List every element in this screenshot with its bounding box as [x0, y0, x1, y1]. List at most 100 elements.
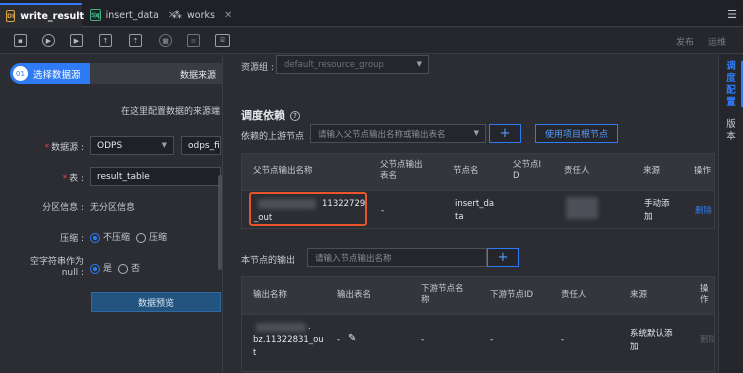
- compress-option-none[interactable]: 不压缩: [90, 230, 130, 243]
- redacted-owner: [566, 197, 598, 219]
- table-select[interactable]: result_table: [90, 167, 221, 186]
- save-icon[interactable]: ▪: [14, 34, 27, 47]
- upstream-output-table: -: [381, 206, 385, 216]
- output-name-main: bz.11322831_ou: [253, 335, 324, 345]
- format-icon[interactable]: ≡: [187, 34, 200, 47]
- column-header: 节点名: [453, 166, 479, 176]
- publish-button[interactable]: 发布: [676, 35, 694, 48]
- column-header: 操作: [694, 166, 712, 176]
- node-output-label: 本节点的输出: [241, 256, 296, 266]
- column-header: 来源: [630, 290, 648, 300]
- add-upstream-button[interactable]: +: [489, 124, 521, 143]
- column-header: 输出名称: [253, 290, 288, 300]
- column-header: 操作: [700, 284, 709, 305]
- column-header: 输出表名: [337, 290, 372, 300]
- table-label: * 表 :: [62, 174, 84, 184]
- datasource-name-select[interactable]: odps_firs: [181, 136, 221, 155]
- partition-label: 分区信息 :: [42, 203, 84, 213]
- output-name-suffix: t: [253, 348, 257, 358]
- upstream-source-suffix: 加: [644, 212, 653, 222]
- ops-button[interactable]: 运维: [708, 35, 726, 48]
- schedule-config-panel: 资源组 : default_resource_group ▼ 调度依赖? 依赖的上…: [224, 55, 718, 373]
- partition-value: 无分区信息: [90, 203, 136, 213]
- tab-version[interactable]: 版本: [725, 119, 737, 143]
- upstream-label: 依赖的上游节点: [241, 132, 305, 142]
- chevron-down-icon: ▼: [473, 129, 479, 137]
- add-output-button[interactable]: +: [487, 248, 519, 267]
- downstream-node-name: -: [421, 335, 425, 345]
- datasource-type-select[interactable]: ODPS ▼: [90, 136, 174, 155]
- column-header: 责任人: [561, 290, 587, 300]
- upstream-source: 手动添: [644, 199, 670, 209]
- step-bar: 数据来源: [90, 63, 223, 84]
- output-table: 输出名称 输出表名 下游节点名称 下游节点ID 责任人 来源 操作 . bz.1…: [241, 276, 715, 372]
- data-preview-button[interactable]: 数据预览: [91, 292, 221, 312]
- column-header: 父节点I D: [513, 160, 542, 181]
- radio-icon: [136, 232, 146, 243]
- tab-bar: DI write_result ✕ Sq insert_data ✕ ⁂ wor…: [0, 0, 743, 27]
- chevron-down-icon: ▼: [161, 141, 167, 149]
- step-select-source: 01 选择数据源: [10, 63, 90, 84]
- tab-works[interactable]: ⁂ works ✕: [166, 3, 248, 27]
- chevron-down-icon: ▼: [416, 60, 422, 68]
- menu-icon[interactable]: ☰: [727, 8, 737, 21]
- di-node-icon: DI: [6, 10, 16, 22]
- divider: [242, 190, 714, 191]
- column-header: 下游节点名称: [421, 284, 464, 305]
- delete-upstream-link[interactable]: 删除: [695, 205, 715, 217]
- null-label: 空字符串作为 null :: [29, 257, 84, 278]
- divider: [242, 314, 714, 315]
- downstream-node-id: -: [490, 335, 494, 345]
- output-source: 系统默认添: [630, 329, 673, 339]
- source-description: 在这里配置数据的来源端: [120, 107, 220, 117]
- upstream-table: 父节点输出名称 父节点输出表名 节点名 父节点I D 责任人 来源 操作 113…: [241, 153, 715, 229]
- tab-label: insert_data: [105, 9, 159, 21]
- null-option-no[interactable]: 否: [118, 261, 140, 274]
- toolbar: ▪ ▶ ▶ ↑ ⇡ ■ ≡ ⌸ 发布 运维: [0, 28, 743, 54]
- compress-option-yes[interactable]: 压缩: [136, 230, 167, 243]
- column-header: 下游节点ID: [490, 290, 534, 300]
- workflow-icon: ⁂: [172, 9, 182, 21]
- sql-node-icon: Sq: [90, 9, 101, 21]
- schedule-dependency-title: 调度依赖?: [241, 107, 300, 123]
- side-tabs: 调度配置 版本: [718, 55, 743, 373]
- compress-label: 压缩 :: [60, 234, 84, 244]
- resource-group-select[interactable]: default_resource_group ▼: [276, 55, 429, 74]
- tab-insert-data[interactable]: Sq insert_data ✕: [84, 3, 176, 27]
- stop-icon[interactable]: ■: [159, 34, 172, 47]
- close-icon[interactable]: ✕: [224, 10, 232, 21]
- output-name: .: [308, 322, 311, 332]
- radio-selected-icon: [90, 232, 100, 243]
- data-source-panel: 01 选择数据源 数据来源 在这里配置数据的来源端 * 数据源 : ODPS ▼ o…: [0, 55, 223, 373]
- tab-label: write_result: [20, 10, 85, 22]
- owner: -: [561, 335, 565, 345]
- upstream-node-name: insert_da: [455, 199, 495, 209]
- commit-icon[interactable]: ⇡: [129, 34, 142, 47]
- output-table: -: [337, 335, 341, 345]
- redacted-text: [256, 323, 306, 332]
- datasource-label: * 数据源 :: [44, 143, 84, 153]
- step-label: 选择数据源: [33, 69, 81, 81]
- column-header: 父节点输出表名: [380, 160, 423, 181]
- upstream-node-name-suffix: ta: [455, 212, 464, 222]
- highlight-box: [249, 192, 367, 226]
- radio-icon: [118, 263, 128, 274]
- output-name-input[interactable]: 请输入节点输出名称: [307, 248, 487, 267]
- run-icon[interactable]: ▶: [42, 34, 55, 47]
- null-option-yes[interactable]: 是: [90, 261, 112, 274]
- use-project-root-button[interactable]: 使用项目根节点: [535, 124, 619, 143]
- edit-icon[interactable]: ✎: [348, 333, 356, 345]
- source-header: 数据来源: [180, 71, 217, 81]
- run-params-icon[interactable]: ▶: [70, 34, 83, 47]
- tab-schedule-config[interactable]: 调度配置: [725, 61, 737, 109]
- code-icon[interactable]: ⌸: [215, 34, 230, 47]
- scrollbar[interactable]: [218, 175, 222, 270]
- column-header: 来源: [643, 166, 661, 176]
- column-header: 责任人: [564, 166, 590, 176]
- delete-output-link[interactable]: 删除: [700, 334, 714, 346]
- help-icon[interactable]: ?: [290, 111, 300, 121]
- upstream-search-input[interactable]: 请输入父节点输出名称或输出表名 ▼: [310, 124, 486, 143]
- tab-write-result[interactable]: DI write_result ✕: [0, 3, 101, 27]
- submit-icon[interactable]: ↑: [99, 34, 112, 47]
- resource-group-label: 资源组 :: [241, 63, 274, 73]
